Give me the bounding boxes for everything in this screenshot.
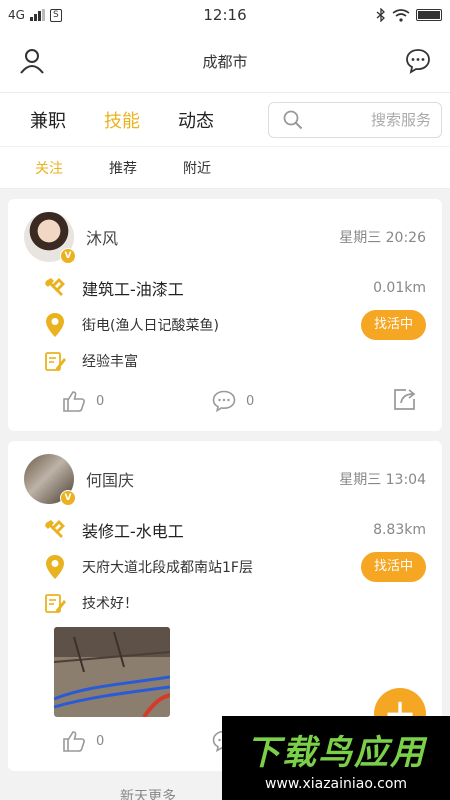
signal-icon (29, 9, 45, 21)
address: 天府大道北段成都南站1F层 (82, 560, 253, 576)
like-button[interactable]: 0 (62, 390, 212, 412)
share-button[interactable] (392, 387, 418, 415)
verified-badge: V (60, 248, 76, 264)
city-title[interactable]: 成都市 (202, 51, 247, 72)
post-time: 星期三 13:04 (339, 472, 426, 488)
comment-button[interactable]: 0 (212, 390, 362, 412)
job-title: 装修工-水电工 (82, 522, 184, 541)
message-icon[interactable] (404, 47, 432, 75)
watermark-logo: 下载鸟应用 www.xiazainiao.com (222, 716, 450, 800)
wifi-icon (392, 8, 410, 22)
tab-parttime[interactable]: 兼职 (30, 107, 66, 133)
status-badge[interactable]: 找活中 (360, 310, 426, 340)
top-header: 成都市 (0, 30, 450, 92)
main-tabs: 兼职 技能 动态 搜索服务 (0, 92, 450, 146)
location-pin-icon (42, 554, 68, 580)
distance: 0.01km (373, 280, 426, 296)
post-card[interactable]: V 沐风 星期三 20:26 建筑工-油漆工 0.01km 街电(渔人日记酸菜鱼… (8, 199, 442, 431)
job-title: 建筑工-油漆工 (82, 280, 184, 299)
comment-count: 0 (246, 393, 255, 409)
address: 街电(渔人日记酸菜鱼) (82, 318, 219, 334)
watermark-url: www.xiazainiao.com (264, 775, 408, 792)
load-more-text[interactable]: 新天更多 (120, 786, 176, 800)
share-icon (394, 389, 416, 410)
description: 技术好！ (82, 596, 138, 612)
distance: 8.83km (373, 522, 426, 538)
note-edit-icon (42, 350, 68, 372)
search-icon (283, 110, 303, 129)
subtab-nearby[interactable]: 附近 (183, 158, 211, 178)
sim-icon: S (49, 8, 62, 22)
description: 经验丰富 (82, 354, 138, 370)
bluetooth-icon (376, 8, 385, 22)
search-input[interactable]: 搜索服务 (268, 101, 442, 138)
verified-badge: V (60, 490, 76, 506)
watermark-title: 下载鸟应用 (246, 732, 426, 773)
network-label: 4G (8, 8, 25, 22)
profile-icon[interactable] (18, 47, 46, 75)
status-badge[interactable]: 找活中 (360, 552, 426, 582)
location-pin-icon (42, 312, 68, 338)
like-count: 0 (96, 393, 105, 409)
search-placeholder: 搜索服务 (370, 111, 431, 129)
user-name[interactable]: 沐风 (86, 225, 118, 249)
user-name[interactable]: 何国庆 (86, 467, 134, 491)
avatar[interactable]: V (24, 212, 76, 264)
tools-icon (42, 276, 68, 300)
thumbs-up-icon (63, 391, 85, 412)
status-bar: 4G S 12:16 (0, 0, 450, 30)
subtab-recommended[interactable]: 推荐 (109, 158, 137, 178)
tools-icon (42, 518, 68, 542)
thumbs-up-icon (63, 731, 85, 752)
note-edit-icon (42, 592, 68, 614)
subtab-following[interactable]: 关注 (35, 158, 63, 178)
post-photo[interactable] (54, 627, 170, 717)
battery-icon (416, 9, 442, 21)
comment-icon (212, 390, 236, 412)
clock: 12:16 (203, 6, 247, 24)
sub-tabs: 关注 推荐 附近 (0, 147, 450, 189)
post-time: 星期三 20:26 (339, 230, 426, 246)
like-count: 0 (96, 733, 105, 749)
avatar[interactable]: V (24, 454, 76, 506)
like-button[interactable]: 0 (62, 730, 212, 752)
tab-updates[interactable]: 动态 (178, 107, 214, 133)
tab-skills[interactable]: 技能 (104, 107, 140, 133)
